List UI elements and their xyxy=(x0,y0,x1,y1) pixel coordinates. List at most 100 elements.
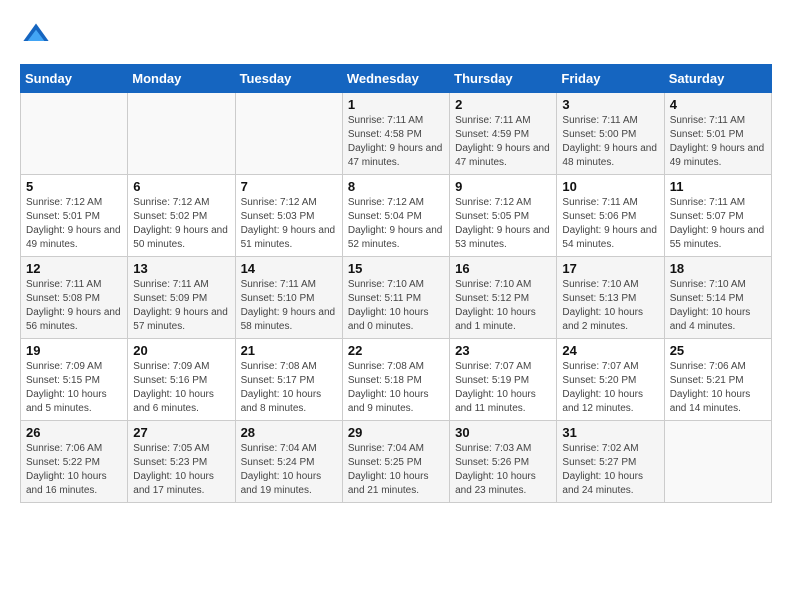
weekday-header-saturday: Saturday xyxy=(664,65,771,93)
page-header xyxy=(20,20,772,48)
day-info: Sunrise: 7:12 AM Sunset: 5:01 PM Dayligh… xyxy=(26,196,122,252)
weekday-header-friday: Friday xyxy=(557,65,664,93)
day-info: Sunrise: 7:05 AM Sunset: 5:23 PM Dayligh… xyxy=(133,442,229,498)
day-number: 27 xyxy=(133,425,229,440)
day-number: 14 xyxy=(241,261,337,276)
day-number: 3 xyxy=(562,97,658,112)
table-cell: 24 Sunrise: 7:07 AM Sunset: 5:20 PM Dayli… xyxy=(557,339,664,421)
day-info: Sunrise: 7:09 AM Sunset: 5:15 PM Dayligh… xyxy=(26,360,122,416)
day-info: Sunrise: 7:12 AM Sunset: 5:04 PM Dayligh… xyxy=(348,196,444,252)
table-cell: 16 Sunrise: 7:10 AM Sunset: 5:12 PM Dayli… xyxy=(450,257,557,339)
day-number: 6 xyxy=(133,179,229,194)
day-info: Sunrise: 7:11 AM Sunset: 5:09 PM Dayligh… xyxy=(133,278,229,334)
day-number: 22 xyxy=(348,343,444,358)
day-number: 2 xyxy=(455,97,551,112)
week-row-5: 26 Sunrise: 7:06 AM Sunset: 5:22 PM Dayli… xyxy=(21,421,772,503)
day-info: Sunrise: 7:07 AM Sunset: 5:19 PM Dayligh… xyxy=(455,360,551,416)
day-number: 4 xyxy=(670,97,766,112)
day-number: 8 xyxy=(348,179,444,194)
table-cell: 9 Sunrise: 7:12 AM Sunset: 5:05 PM Daylig… xyxy=(450,175,557,257)
week-row-4: 19 Sunrise: 7:09 AM Sunset: 5:15 PM Dayli… xyxy=(21,339,772,421)
day-number: 19 xyxy=(26,343,122,358)
week-row-3: 12 Sunrise: 7:11 AM Sunset: 5:08 PM Dayli… xyxy=(21,257,772,339)
day-number: 24 xyxy=(562,343,658,358)
day-number: 26 xyxy=(26,425,122,440)
day-info: Sunrise: 7:11 AM Sunset: 5:10 PM Dayligh… xyxy=(241,278,337,334)
day-number: 10 xyxy=(562,179,658,194)
table-cell: 22 Sunrise: 7:08 AM Sunset: 5:18 PM Dayli… xyxy=(342,339,449,421)
day-info: Sunrise: 7:07 AM Sunset: 5:20 PM Dayligh… xyxy=(562,360,658,416)
table-cell: 3 Sunrise: 7:11 AM Sunset: 5:00 PM Daylig… xyxy=(557,93,664,175)
week-row-2: 5 Sunrise: 7:12 AM Sunset: 5:01 PM Daylig… xyxy=(21,175,772,257)
table-cell: 17 Sunrise: 7:10 AM Sunset: 5:13 PM Dayli… xyxy=(557,257,664,339)
day-number: 30 xyxy=(455,425,551,440)
table-cell: 15 Sunrise: 7:10 AM Sunset: 5:11 PM Dayli… xyxy=(342,257,449,339)
day-number: 28 xyxy=(241,425,337,440)
table-cell: 2 Sunrise: 7:11 AM Sunset: 4:59 PM Daylig… xyxy=(450,93,557,175)
table-cell: 1 Sunrise: 7:11 AM Sunset: 4:58 PM Daylig… xyxy=(342,93,449,175)
table-cell: 6 Sunrise: 7:12 AM Sunset: 5:02 PM Daylig… xyxy=(128,175,235,257)
weekday-header-row: SundayMondayTuesdayWednesdayThursdayFrid… xyxy=(21,65,772,93)
day-info: Sunrise: 7:11 AM Sunset: 4:58 PM Dayligh… xyxy=(348,114,444,170)
table-cell: 7 Sunrise: 7:12 AM Sunset: 5:03 PM Daylig… xyxy=(235,175,342,257)
day-number: 23 xyxy=(455,343,551,358)
day-info: Sunrise: 7:11 AM Sunset: 5:00 PM Dayligh… xyxy=(562,114,658,170)
weekday-header-sunday: Sunday xyxy=(21,65,128,93)
day-info: Sunrise: 7:06 AM Sunset: 5:22 PM Dayligh… xyxy=(26,442,122,498)
table-cell: 14 Sunrise: 7:11 AM Sunset: 5:10 PM Dayli… xyxy=(235,257,342,339)
day-info: Sunrise: 7:12 AM Sunset: 5:02 PM Dayligh… xyxy=(133,196,229,252)
table-cell: 28Sunrise: 7:04 AM Sunset: 5:24 PM Dayli… xyxy=(235,421,342,503)
day-info: Sunrise: 7:08 AM Sunset: 5:17 PM Dayligh… xyxy=(241,360,337,416)
day-number: 25 xyxy=(670,343,766,358)
day-info: Sunrise: 7:09 AM Sunset: 5:16 PM Dayligh… xyxy=(133,360,229,416)
day-number: 15 xyxy=(348,261,444,276)
table-cell: 29Sunrise: 7:04 AM Sunset: 5:25 PM Dayli… xyxy=(342,421,449,503)
day-info: Sunrise: 7:03 AM Sunset: 5:26 PM Dayligh… xyxy=(455,442,551,498)
day-number: 5 xyxy=(26,179,122,194)
table-cell: 19 Sunrise: 7:09 AM Sunset: 5:15 PM Dayli… xyxy=(21,339,128,421)
table-cell: 11Sunrise: 7:11 AM Sunset: 5:07 PM Dayli… xyxy=(664,175,771,257)
table-cell xyxy=(128,93,235,175)
day-number: 21 xyxy=(241,343,337,358)
day-info: Sunrise: 7:10 AM Sunset: 5:11 PM Dayligh… xyxy=(348,278,444,334)
day-info: Sunrise: 7:12 AM Sunset: 5:05 PM Dayligh… xyxy=(455,196,551,252)
weekday-header-thursday: Thursday xyxy=(450,65,557,93)
day-info: Sunrise: 7:08 AM Sunset: 5:18 PM Dayligh… xyxy=(348,360,444,416)
day-number: 20 xyxy=(133,343,229,358)
day-info: Sunrise: 7:10 AM Sunset: 5:12 PM Dayligh… xyxy=(455,278,551,334)
day-number: 29 xyxy=(348,425,444,440)
table-cell xyxy=(21,93,128,175)
table-cell: 20 Sunrise: 7:09 AM Sunset: 5:16 PM Dayli… xyxy=(128,339,235,421)
table-cell: 27 Sunrise: 7:05 AM Sunset: 5:23 PM Dayli… xyxy=(128,421,235,503)
day-info: Sunrise: 7:10 AM Sunset: 5:13 PM Dayligh… xyxy=(562,278,658,334)
day-number: 11 xyxy=(670,179,766,194)
day-number: 12 xyxy=(26,261,122,276)
weekday-header-monday: Monday xyxy=(128,65,235,93)
logo-icon xyxy=(22,20,50,48)
day-number: 17 xyxy=(562,261,658,276)
day-number: 16 xyxy=(455,261,551,276)
calendar-table: SundayMondayTuesdayWednesdayThursdayFrid… xyxy=(20,64,772,503)
week-row-1: 1 Sunrise: 7:11 AM Sunset: 4:58 PM Daylig… xyxy=(21,93,772,175)
table-cell: 18Sunrise: 7:10 AM Sunset: 5:14 PM Dayli… xyxy=(664,257,771,339)
day-info: Sunrise: 7:12 AM Sunset: 5:03 PM Dayligh… xyxy=(241,196,337,252)
day-number: 18 xyxy=(670,261,766,276)
table-cell: 13 Sunrise: 7:11 AM Sunset: 5:09 PM Dayli… xyxy=(128,257,235,339)
logo xyxy=(20,20,54,48)
day-number: 31 xyxy=(562,425,658,440)
day-number: 9 xyxy=(455,179,551,194)
weekday-header-wednesday: Wednesday xyxy=(342,65,449,93)
weekday-header-tuesday: Tuesday xyxy=(235,65,342,93)
table-cell xyxy=(664,421,771,503)
table-cell: 5 Sunrise: 7:12 AM Sunset: 5:01 PM Daylig… xyxy=(21,175,128,257)
table-cell: 21 Sunrise: 7:08 AM Sunset: 5:17 PM Dayli… xyxy=(235,339,342,421)
day-info: Sunrise: 7:11 AM Sunset: 5:08 PM Dayligh… xyxy=(26,278,122,334)
day-info: Sunrise: 7:11 AM Sunset: 4:59 PM Dayligh… xyxy=(455,114,551,170)
day-number: 13 xyxy=(133,261,229,276)
day-number: 1 xyxy=(348,97,444,112)
table-cell: 8 Sunrise: 7:12 AM Sunset: 5:04 PM Daylig… xyxy=(342,175,449,257)
day-number: 7 xyxy=(241,179,337,194)
table-cell: 10 Sunrise: 7:11 AM Sunset: 5:06 PM Dayli… xyxy=(557,175,664,257)
table-cell: 23 Sunrise: 7:07 AM Sunset: 5:19 PM Dayli… xyxy=(450,339,557,421)
day-info: Sunrise: 7:11 AM Sunset: 5:06 PM Dayligh… xyxy=(562,196,658,252)
